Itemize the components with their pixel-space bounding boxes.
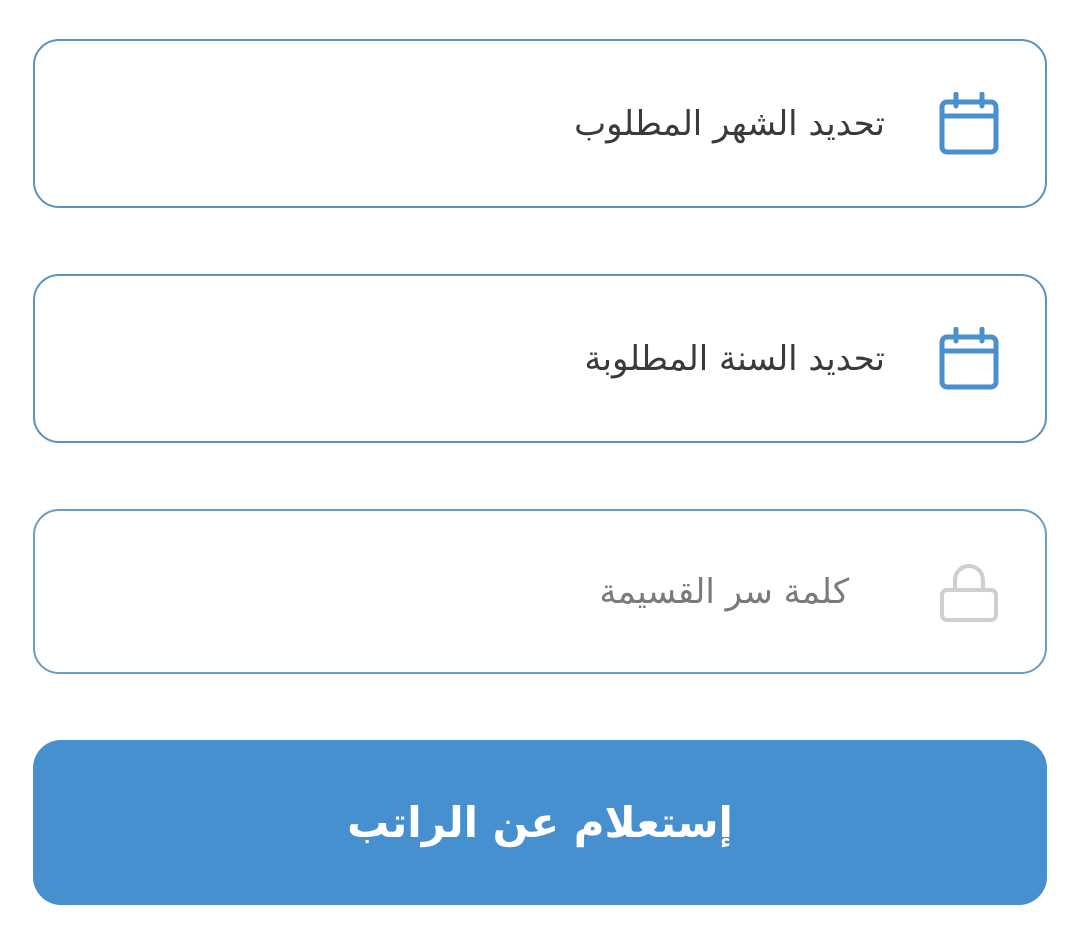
year-field-label: تحديد السنة المطلوبة [584,338,885,379]
month-field-label: تحديد الشهر المطلوب [574,103,885,144]
password-placeholder: كلمة سر القسيمة [599,571,849,612]
month-select-field[interactable]: تحديد الشهر المطلوب [33,39,1047,208]
calendar-icon [939,91,999,154]
password-input[interactable]: كلمة سر القسيمة [33,509,1047,674]
calendar-icon [939,326,999,389]
lock-icon [940,563,998,622]
salary-inquiry-button[interactable]: إستعلام عن الراتب [33,740,1047,905]
salary-inquiry-form: تحديد الشهر المطلوب تحديد السنة المطلوبة… [0,0,1080,932]
year-select-field[interactable]: تحديد السنة المطلوبة [33,274,1047,443]
